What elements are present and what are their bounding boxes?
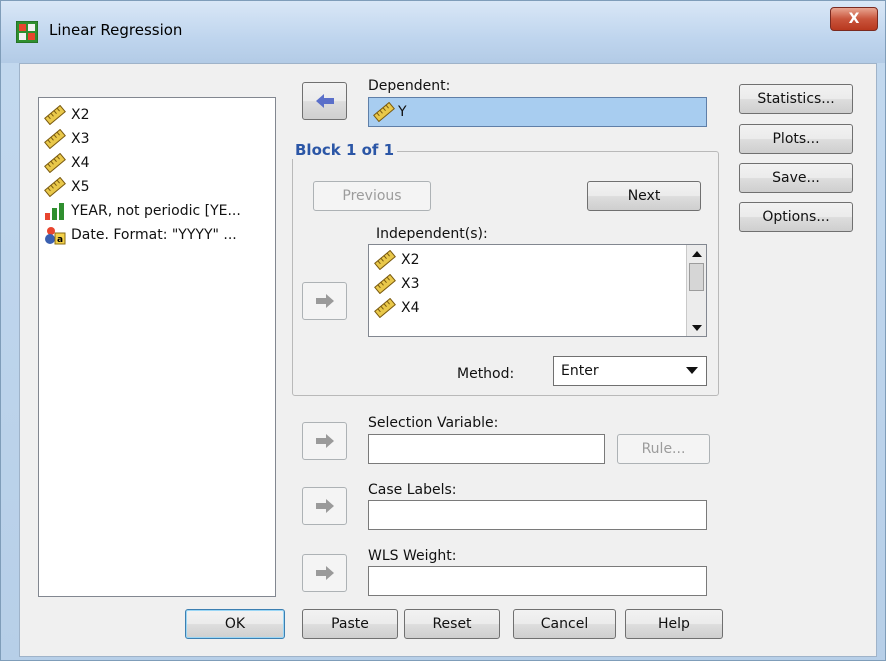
- method-value: Enter: [561, 363, 599, 379]
- source-variable-label: Date. Format: "YYYY" ...: [71, 227, 237, 243]
- arrow-right-icon: [315, 499, 334, 513]
- selection-variable-label: Selection Variable:: [368, 415, 499, 431]
- ruler-scale-icon: [374, 250, 396, 270]
- case-labels-field[interactable]: [368, 500, 707, 530]
- arrow-right-icon: [315, 566, 334, 580]
- ruler-scale-icon: [44, 153, 66, 173]
- reset-button[interactable]: Reset: [404, 609, 500, 639]
- ok-label: OK: [224, 616, 246, 632]
- source-variable-items: X2 X3 X4 X5 YEAR, not periodic [YE... a Date. …: [39, 98, 275, 247]
- rule-label: Rule...: [641, 441, 686, 457]
- save-button[interactable]: Save...: [739, 163, 853, 193]
- independents-items: X2 X3 X4: [369, 245, 706, 320]
- reset-label: Reset: [432, 616, 472, 632]
- selection-variable-field[interactable]: [368, 434, 605, 464]
- independent-variable-label: X2: [401, 252, 420, 268]
- help-button[interactable]: Help: [625, 609, 723, 639]
- ruler-scale-icon: [374, 298, 396, 318]
- source-variable-label: X5: [71, 179, 90, 195]
- dialog-client-area: X2 X3 X4 X5 YEAR, not periodic [YE... a Date. …: [19, 63, 877, 657]
- dependent-field[interactable]: Y: [368, 97, 707, 127]
- scroll-up-icon[interactable]: [687, 245, 706, 262]
- independents-list[interactable]: X2 X3 X4: [368, 244, 707, 337]
- arrow-left-icon: [315, 94, 334, 108]
- paste-button[interactable]: Paste: [302, 609, 398, 639]
- source-variable-item[interactable]: X2: [39, 103, 275, 127]
- wls-weight-field[interactable]: [368, 566, 707, 596]
- statistics-label: Statistics...: [757, 91, 835, 107]
- plots-label: Plots...: [772, 131, 820, 147]
- independent-variable-item[interactable]: X4: [369, 296, 706, 320]
- source-variable-label: X4: [71, 155, 90, 171]
- ruler-scale-icon: [44, 129, 66, 149]
- block-title: Block 1 of 1: [292, 141, 398, 159]
- dialog-window: Linear Regression X X2 X3 X4 X5 YEAR, not pe…: [0, 0, 886, 661]
- options-label: Options...: [762, 209, 830, 225]
- move-to-dependent-button[interactable]: [302, 82, 347, 120]
- ruler-scale-icon: [44, 105, 66, 125]
- scroll-thumb[interactable]: [689, 263, 704, 291]
- case-labels-label: Case Labels:: [368, 482, 457, 498]
- independent-variable-label: X3: [401, 276, 420, 292]
- dependent-label: Dependent:: [368, 78, 451, 94]
- move-to-selection-button[interactable]: [302, 422, 347, 460]
- source-variable-item[interactable]: X5: [39, 175, 275, 199]
- close-button[interactable]: X: [830, 7, 878, 31]
- svg-text:a: a: [57, 235, 63, 245]
- statistics-button[interactable]: Statistics...: [739, 84, 853, 114]
- source-variable-item[interactable]: a Date. Format: "YYYY" ...: [39, 223, 275, 247]
- independents-scrollbar[interactable]: [686, 245, 706, 336]
- independent-variable-label: X4: [401, 300, 420, 316]
- nominal-string-icon: a: [45, 227, 66, 245]
- options-button[interactable]: Options...: [739, 202, 853, 232]
- independent-variable-item[interactable]: X3: [369, 272, 706, 296]
- source-variable-item[interactable]: X4: [39, 151, 275, 175]
- source-variable-item[interactable]: YEAR, not periodic [YE...: [39, 199, 275, 223]
- move-to-case-labels-button[interactable]: [302, 487, 347, 525]
- method-select[interactable]: Enter: [553, 356, 707, 386]
- ruler-scale-icon: [373, 102, 395, 122]
- save-label: Save...: [772, 170, 820, 186]
- source-variable-list[interactable]: X2 X3 X4 X5 YEAR, not periodic [YE... a Date. …: [38, 97, 276, 597]
- ruler-scale-icon: [374, 274, 396, 294]
- scroll-down-icon[interactable]: [687, 319, 706, 336]
- previous-button[interactable]: Previous: [313, 181, 431, 211]
- cancel-label: Cancel: [540, 616, 589, 632]
- method-label: Method:: [457, 366, 515, 382]
- independent-variable-item[interactable]: X2: [369, 248, 706, 272]
- arrow-right-icon: [315, 294, 334, 308]
- close-icon: X: [848, 11, 860, 27]
- app-grid-icon: [16, 21, 38, 43]
- independents-label: Independent(s):: [376, 226, 488, 242]
- plots-button[interactable]: Plots...: [739, 124, 853, 154]
- move-to-independents-button[interactable]: [302, 282, 347, 320]
- previous-label: Previous: [342, 188, 402, 204]
- wls-weight-label: WLS Weight:: [368, 548, 457, 564]
- source-variable-item[interactable]: X3: [39, 127, 275, 151]
- arrow-right-icon: [315, 434, 334, 448]
- paste-label: Paste: [331, 616, 369, 632]
- rule-button[interactable]: Rule...: [617, 434, 710, 464]
- chevron-down-icon: [686, 367, 698, 374]
- ruler-scale-icon: [44, 177, 66, 197]
- ordinal-bar-icon: [45, 203, 64, 220]
- ok-button[interactable]: OK: [185, 609, 285, 639]
- help-label: Help: [658, 616, 690, 632]
- move-to-wls-button[interactable]: [302, 554, 347, 592]
- source-variable-label: YEAR, not periodic [YE...: [71, 203, 241, 219]
- source-variable-label: X3: [71, 131, 90, 147]
- title-bar[interactable]: Linear Regression X: [1, 1, 885, 63]
- source-variable-label: X2: [71, 107, 90, 123]
- cancel-button[interactable]: Cancel: [513, 609, 616, 639]
- next-label: Next: [627, 188, 661, 204]
- next-button[interactable]: Next: [587, 181, 701, 211]
- window-title: Linear Regression: [49, 21, 183, 39]
- dependent-value: Y: [398, 104, 407, 120]
